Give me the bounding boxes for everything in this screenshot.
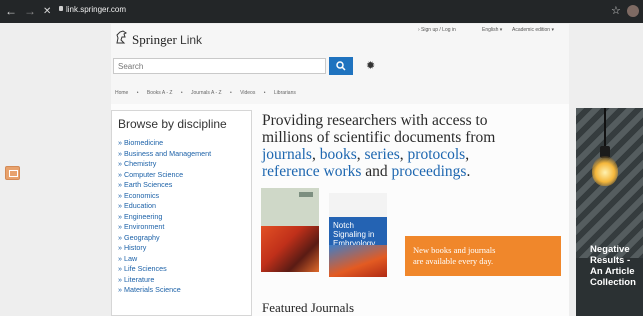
language-select[interactable]: English ▾ bbox=[482, 27, 502, 33]
gear-icon[interactable]: ✹ bbox=[366, 59, 375, 72]
brand-name: Springer Link bbox=[132, 32, 203, 47]
discipline-item[interactable]: » Economics bbox=[118, 191, 211, 202]
browse-by-discipline-panel: Browse by discipline » Biomedicine » Bus… bbox=[111, 110, 252, 316]
discipline-item[interactable]: » Geography bbox=[118, 233, 211, 244]
bookmark-star-icon[interactable]: ☆ bbox=[611, 4, 621, 17]
nav-home[interactable]: Home bbox=[115, 90, 128, 96]
books-link[interactable]: books bbox=[320, 146, 357, 163]
proceedings-link[interactable]: proceedings bbox=[392, 163, 467, 180]
book-cover[interactable] bbox=[261, 188, 319, 272]
nav-journals[interactable]: Journals A - Z bbox=[191, 90, 222, 96]
ad-message: Negative Results - An Article Collection bbox=[590, 244, 636, 288]
hero-text: Providing researchers with access to mil… bbox=[262, 112, 496, 180]
back-icon[interactable]: ← bbox=[5, 4, 17, 18]
nav-separator: • bbox=[136, 90, 139, 96]
lamp-cord bbox=[604, 108, 606, 148]
discipline-item[interactable]: » Law bbox=[118, 254, 211, 265]
nav-books[interactable]: Books A - Z bbox=[147, 90, 173, 96]
discipline-item[interactable]: » Environment bbox=[118, 222, 211, 233]
search-icon bbox=[336, 61, 346, 71]
springer-horse-icon bbox=[116, 30, 127, 44]
discipline-item[interactable]: » Life Sciences bbox=[118, 264, 211, 275]
cover-art bbox=[329, 245, 387, 277]
forward-icon[interactable]: → bbox=[24, 4, 36, 18]
discipline-item[interactable]: » Literature bbox=[118, 275, 211, 286]
discipline-item[interactable]: » Earth Sciences bbox=[118, 180, 211, 191]
browse-title: Browse by discipline bbox=[118, 117, 227, 131]
signup-login-link[interactable]: › Sign up / Log in bbox=[418, 27, 456, 33]
book-cover[interactable]: Notch Signaling in Embryology and Cancer bbox=[329, 193, 387, 277]
profile-avatar[interactable] bbox=[627, 5, 639, 17]
discipline-list: » Biomedicine » Business and Management … bbox=[118, 138, 211, 296]
new-content-banner[interactable]: New books and journals are available eve… bbox=[405, 236, 561, 276]
cover-art bbox=[261, 226, 319, 272]
featured-journals-heading: Featured Journals bbox=[262, 300, 355, 315]
discipline-item[interactable]: » Materials Science bbox=[118, 285, 211, 296]
nav-separator: • bbox=[180, 90, 183, 96]
discipline-item[interactable]: » Computer Science bbox=[118, 170, 211, 181]
journals-link[interactable]: journals bbox=[262, 146, 312, 163]
discipline-item[interactable]: » Education bbox=[118, 201, 211, 212]
promo-text: New books and journals are available eve… bbox=[413, 245, 496, 266]
discipline-item[interactable]: » Chemistry bbox=[118, 159, 211, 170]
cover-header bbox=[329, 193, 387, 217]
series-link[interactable]: series bbox=[364, 146, 399, 163]
discipline-item[interactable]: » Biomedicine bbox=[118, 138, 211, 149]
feedback-tab[interactable] bbox=[5, 166, 20, 180]
discipline-item[interactable]: » Engineering bbox=[118, 212, 211, 223]
reference-works-link[interactable]: reference works bbox=[262, 163, 361, 180]
publisher-logo bbox=[299, 192, 313, 197]
close-icon[interactable]: ✕ bbox=[43, 5, 51, 19]
nav-librarians[interactable]: Librarians bbox=[274, 90, 296, 96]
lock-icon bbox=[59, 6, 63, 11]
nav-separator: • bbox=[263, 90, 266, 96]
nav-videos[interactable]: Videos bbox=[240, 90, 255, 96]
address-bar[interactable]: link.springer.com bbox=[66, 5, 126, 14]
lightbulb-icon bbox=[592, 156, 618, 186]
breadcrumb: Home • Books A - Z • Journals A - Z • Vi… bbox=[115, 90, 303, 96]
search-input[interactable] bbox=[113, 58, 326, 74]
discipline-item[interactable]: » Business and Management bbox=[118, 149, 211, 160]
protocols-link[interactable]: protocols bbox=[408, 146, 466, 163]
browser-toolbar: ← → ✕ link.springer.com ☆ bbox=[0, 0, 643, 23]
search-button[interactable] bbox=[329, 57, 353, 75]
edition-select[interactable]: Academic edition ▾ bbox=[512, 27, 554, 33]
nav-separator: • bbox=[229, 90, 232, 96]
discipline-item[interactable]: » History bbox=[118, 243, 211, 254]
